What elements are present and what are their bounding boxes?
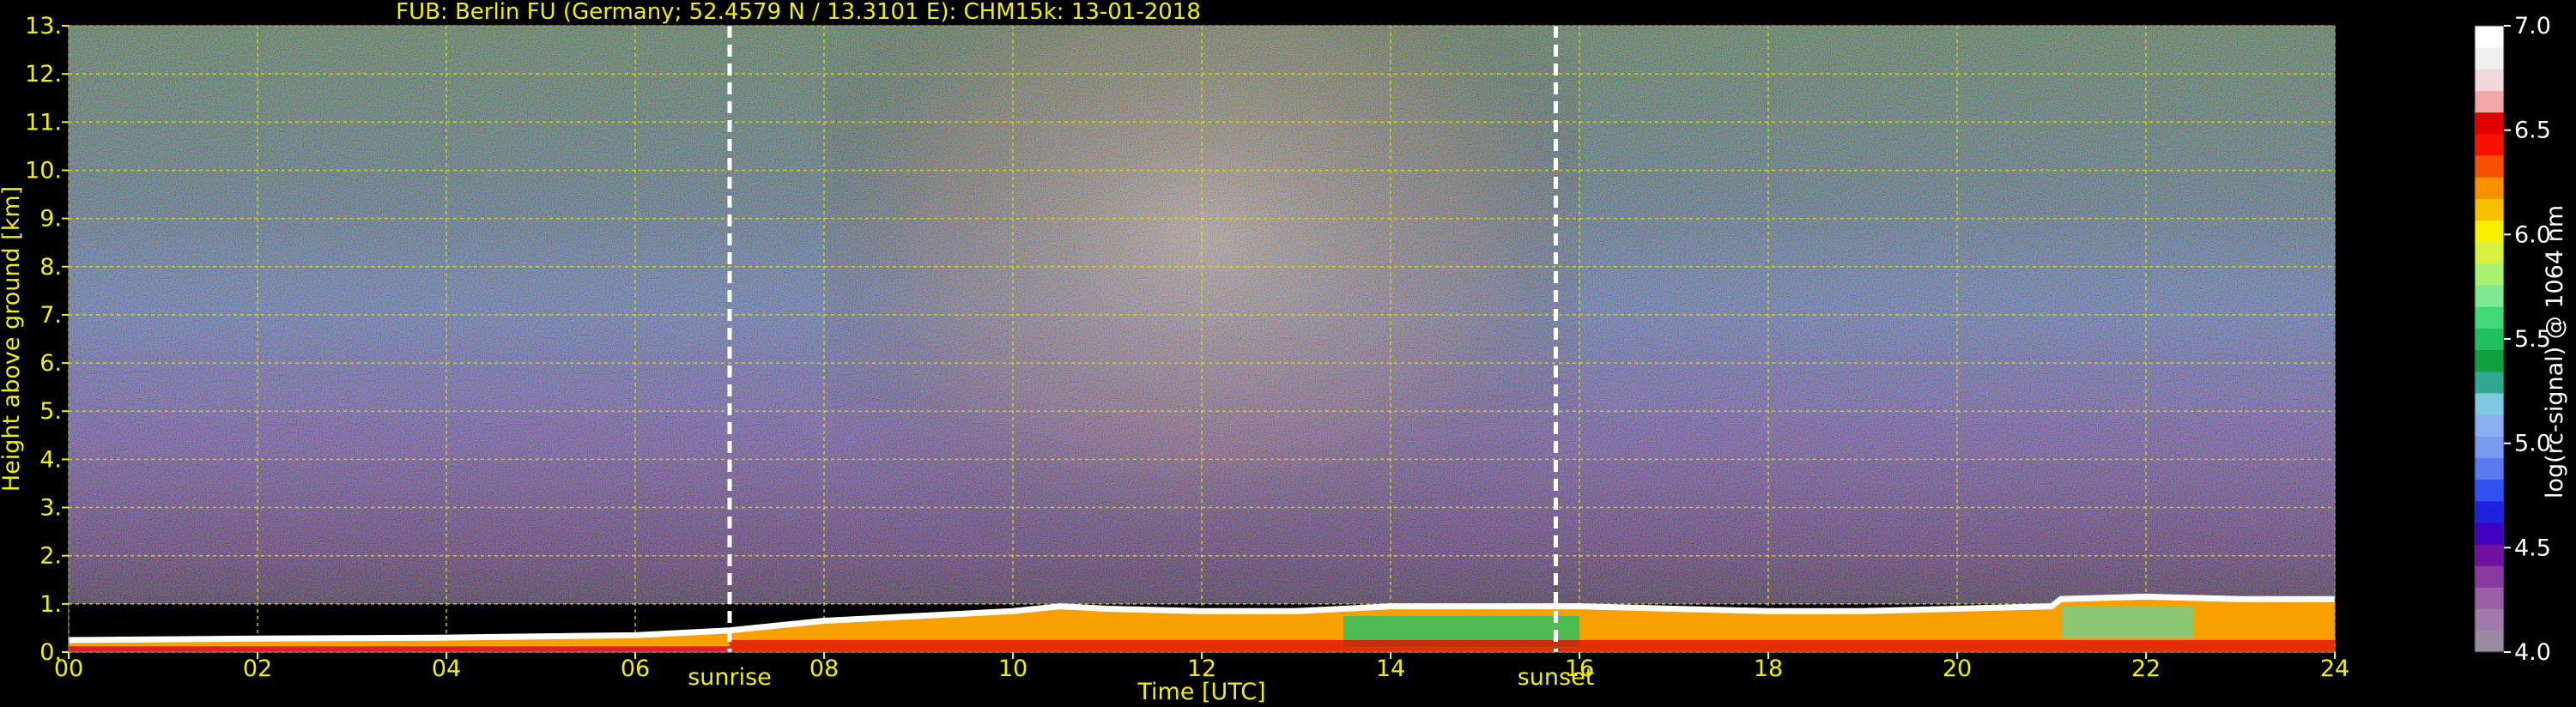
chart-title: FUB: Berlin FU (Germany; 52.4579 N / 13.… (396, 0, 1201, 25)
colorbar-segment (2475, 263, 2504, 286)
y-tick-label: 11. (25, 109, 62, 136)
x-tick-label: 06 (621, 656, 650, 682)
y-axis-label: Height above ground [km] (0, 186, 25, 492)
colorbar-segment (2475, 90, 2504, 113)
colorbar-tick-label: 4.0 (2514, 639, 2551, 666)
colorbar-segment (2475, 479, 2504, 502)
colorbar-segment (2475, 608, 2504, 631)
signal-noise (69, 26, 2335, 652)
colorbar-segment (2475, 587, 2504, 610)
colorbar-segment (2475, 565, 2504, 588)
x-tick-label: 22 (2131, 656, 2161, 682)
colorbar-segment (2475, 112, 2504, 135)
colorbar-segment (2475, 133, 2504, 156)
x-tick-label: 20 (1943, 656, 1972, 682)
y-tick-label: 6. (39, 350, 62, 377)
y-tick-label: 0. (39, 639, 62, 666)
colorbar-segment (2475, 522, 2504, 545)
plot-background (69, 26, 2335, 652)
colorbar-segment (2475, 500, 2504, 523)
colorbar-segment (2475, 69, 2504, 92)
colorbar-segment (2475, 436, 2504, 458)
colorbar-segment (2475, 26, 2504, 48)
colorbar-segment (2475, 155, 2504, 178)
colorbar-segment (2475, 47, 2504, 69)
x-tick-label: 02 (243, 656, 272, 682)
colorbar-segment (2475, 198, 2504, 221)
colorbar-segment (2475, 177, 2504, 199)
y-tick-label: 10. (25, 157, 62, 184)
y-tick-label: 5. (39, 398, 62, 425)
x-tick-label: 14 (1376, 656, 1405, 682)
y-tick-label: 2. (39, 543, 62, 570)
y-tick-label: 12. (25, 61, 62, 88)
x-tick-label: 24 (2320, 656, 2349, 682)
chart-svg: sunrise sunset 00 02 04 06 08 10 12 14 16 18 20 22 24… (0, 0, 2568, 705)
colorbar: 4.04.55.05.56.06.57.0 (2474, 13, 2551, 666)
colorbar-segment (2475, 457, 2504, 480)
x-tick-label: 18 (1754, 656, 1783, 682)
x-axis-label: Time [UTC] (1136, 679, 1265, 705)
colorbar-segment (2475, 414, 2504, 437)
layer-base-night (69, 646, 730, 652)
colorbar-segment (2475, 544, 2504, 566)
x-tick-label: 16 (1565, 656, 1594, 682)
y-tick-label: 13. (25, 13, 62, 39)
colorbar-segment (2475, 285, 2504, 307)
colorbar-segment (2475, 392, 2504, 415)
colorbar-segment (2475, 328, 2504, 351)
marker-label-sunrise: sunrise (688, 664, 772, 691)
colorbar-tick-label: 4.5 (2514, 535, 2551, 561)
colorbar-segment (2475, 630, 2504, 653)
y-tick-label: 3. (39, 495, 62, 522)
layer-green-band-late (2061, 606, 2193, 638)
x-tick-label: 10 (998, 656, 1027, 682)
colorbar-segment (2475, 241, 2504, 264)
colorbar-segment (2475, 349, 2504, 372)
x-tick-label: 08 (809, 656, 839, 682)
y-tick-label: 7. (39, 302, 62, 329)
colorbar-segment (2475, 220, 2504, 243)
colorbar-tick-label: 6.5 (2514, 118, 2551, 144)
colorbar-segment (2475, 371, 2504, 394)
lidar-ceilometer-chart: sunrise sunset 00 02 04 06 08 10 12 14 16 18 20 22 24… (0, 0, 2576, 707)
x-tick-label: 04 (432, 656, 461, 682)
colorbar-label: log(rc-signal) @ 1064 nm (2542, 205, 2568, 499)
colorbar-tick-label: 7.0 (2514, 13, 2551, 39)
colorbar-segment (2475, 306, 2504, 329)
y-tick-label: 1. (39, 591, 62, 618)
y-tick-label: 4. (39, 446, 62, 473)
y-tick-label: 8. (39, 254, 62, 281)
layer-base (730, 639, 2335, 652)
y-tick-label: 9. (39, 206, 62, 233)
